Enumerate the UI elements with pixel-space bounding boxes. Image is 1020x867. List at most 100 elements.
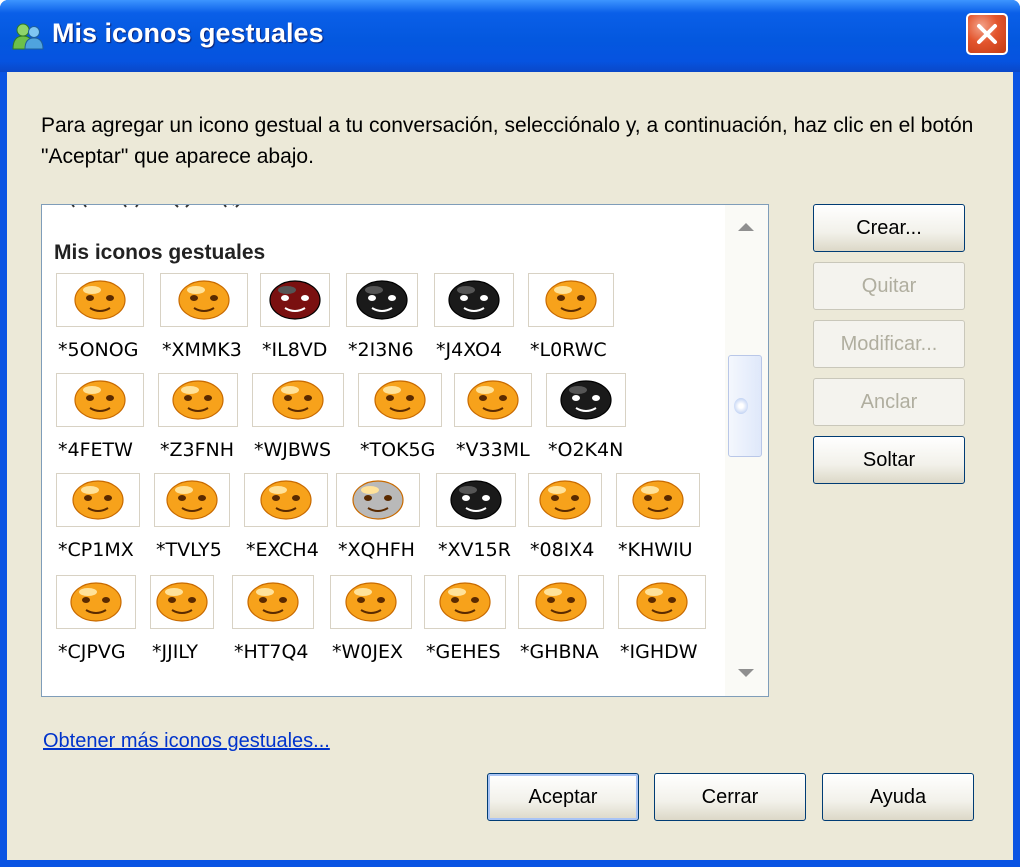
emoticon-row: *CJPVG *JJILY *HT7Q4 *W0JEX *GEHES *GHBNA *IGH… <box>56 575 726 675</box>
emoticon-item[interactable]: *EXCH4 <box>244 473 344 573</box>
emoticon-thumbnail[interactable] <box>244 473 328 527</box>
black-bomb-face-icon <box>356 280 408 320</box>
emoticon-thumbnail[interactable] <box>158 373 238 427</box>
emoticon-item[interactable]: *TOK5G <box>358 373 458 473</box>
emoticon-thumbnail[interactable] <box>56 473 140 527</box>
emoticon-thumbnail[interactable] <box>260 273 330 327</box>
help-button[interactable]: Ayuda <box>822 773 974 821</box>
emoticon-item[interactable]: *Z3FNH <box>158 373 258 473</box>
emoticon-thumbnail[interactable] <box>56 373 144 427</box>
smiley-pouting-icon <box>539 480 591 520</box>
emoticon-item[interactable]: *GEHES <box>424 575 524 675</box>
emoticon-item[interactable]: *XV15R <box>436 473 536 573</box>
window-title: Mis iconos gestuales <box>52 18 324 48</box>
pin-button[interactable]: Anclar <box>813 378 965 426</box>
triangle-down-icon <box>738 669 754 677</box>
emoticon-item[interactable]: *L0RWC <box>528 273 628 373</box>
title-bar[interactable]: Mis iconos gestuales <box>0 0 1020 72</box>
remove-button[interactable]: Quitar <box>813 262 965 310</box>
emoticon-list[interactable]: Mis iconos gestuales *5ONOG *XMMK3 *IL8VD *… <box>41 204 769 697</box>
smiley-yelling-icon <box>166 480 218 520</box>
emoticon-thumbnail[interactable] <box>454 373 532 427</box>
modify-button[interactable]: Modificar... <box>813 320 965 368</box>
emoticon-item[interactable]: *O2K4N <box>546 373 646 473</box>
smiley-winking-icon <box>247 582 299 622</box>
emoticon-thumbnail[interactable] <box>618 575 706 629</box>
emoticon-item[interactable]: *IGHDW <box>618 575 718 675</box>
emoticon-item[interactable]: *HT7Q4 <box>232 575 332 675</box>
emoticon-thumbnail[interactable] <box>336 473 420 527</box>
emoticon-thumbnail[interactable] <box>616 473 700 527</box>
emoticon-thumbnail[interactable] <box>424 575 506 629</box>
emoticon-item[interactable]: *V33ML <box>454 373 554 473</box>
emoticon-thumbnail[interactable] <box>528 473 602 527</box>
emoticon-thumbnail[interactable] <box>528 273 614 327</box>
emoticon-thumbnail[interactable] <box>436 473 516 527</box>
emoticon-shortcut: *J4XO4 <box>436 339 503 361</box>
scroll-down-button[interactable] <box>733 663 759 683</box>
get-more-emoticons-link[interactable]: Obtener más iconos gestuales... <box>43 730 330 753</box>
emoticon-item[interactable]: *XQHFH <box>336 473 436 573</box>
emoticon-shortcut: *KHWIU <box>618 539 693 561</box>
emoticon-thumbnail[interactable] <box>346 273 418 327</box>
scroll-up-button[interactable] <box>733 217 759 237</box>
emoticon-thumbnail[interactable] <box>434 273 514 327</box>
emoticon-item[interactable]: *08IX4 <box>528 473 628 573</box>
emoticon-item[interactable]: *5ONOG <box>56 273 156 373</box>
emoticon-shortcut: *IL8VD <box>262 339 328 361</box>
emoticon-shortcut: *IGHDW <box>620 641 698 663</box>
emoticon-shortcut: *W0JEX <box>332 641 403 663</box>
emoticon-item[interactable]: *GHBNA <box>518 575 618 675</box>
black-cat-face-icon <box>448 280 500 320</box>
emoticon-thumbnail[interactable] <box>546 373 626 427</box>
smiley-grinning-icon <box>345 582 397 622</box>
emoticon-thumbnail[interactable] <box>252 373 344 427</box>
messenger-buddies-icon <box>12 23 44 50</box>
emoticon-item[interactable]: *2I3N6 <box>346 273 446 373</box>
emoticon-shortcut: *XMMK3 <box>162 339 242 361</box>
emoticon-item[interactable]: *4FETW <box>56 373 156 473</box>
emoticon-item[interactable]: *XMMK3 <box>160 273 260 373</box>
emoticon-item[interactable]: *J4XO4 <box>434 273 534 373</box>
emoticon-thumbnail[interactable] <box>154 473 230 527</box>
smiley-money-icon <box>374 380 426 420</box>
close-window-button[interactable] <box>966 13 1008 55</box>
emoticon-item[interactable]: *TVLY5 <box>154 473 254 573</box>
emoticon-thumbnail[interactable] <box>160 273 248 327</box>
emoticon-item[interactable]: *CP1MX <box>56 473 156 573</box>
emoticon-shortcut: *GEHES <box>426 641 501 663</box>
emoticon-item[interactable]: *KHWIU <box>616 473 716 573</box>
emoticon-shortcut: *V33ML <box>456 439 530 461</box>
accept-button[interactable]: Aceptar <box>487 773 639 821</box>
emoticon-thumbnail[interactable] <box>56 575 136 629</box>
emoticon-shortcut: *GHBNA <box>520 641 599 663</box>
emoticon-thumbnail[interactable] <box>232 575 314 629</box>
emoticon-item[interactable]: *W0JEX <box>330 575 430 675</box>
emoticon-shortcut: *HT7Q4 <box>234 641 309 663</box>
emoticon-thumbnail[interactable] <box>518 575 604 629</box>
emoticon-shortcut: *EXCH4 <box>246 539 319 561</box>
emoticon-shortcut: *5ONOG <box>58 339 139 361</box>
scroll-thumb[interactable] <box>728 355 762 457</box>
emoticon-item[interactable]: *CJPVG <box>56 575 156 675</box>
create-button[interactable]: Crear... <box>813 204 965 252</box>
emoticon-thumbnail[interactable] <box>150 575 214 629</box>
emoticon-thumbnail[interactable] <box>330 575 412 629</box>
unpin-button[interactable]: Soltar <box>813 436 965 484</box>
emoticon-item[interactable]: *WJBWS <box>252 373 352 473</box>
scroll-grip-icon <box>734 398 748 414</box>
smiley-afro-icon <box>450 480 502 520</box>
emoticon-shortcut: *2I3N6 <box>348 339 414 361</box>
smiley-shocked-icon <box>172 380 224 420</box>
emoticon-thumbnail[interactable] <box>56 273 144 327</box>
smiley-angry-icon <box>178 280 230 320</box>
list-scrollbar[interactable] <box>725 205 768 696</box>
emoticon-thumbnail[interactable] <box>358 373 442 427</box>
close-button[interactable]: Cerrar <box>654 773 806 821</box>
section-heading: Mis iconos gestuales <box>54 241 266 264</box>
emoticon-shortcut: *WJBWS <box>254 439 332 461</box>
smiley-sick-icon <box>632 480 684 520</box>
emoticon-item[interactable]: *IL8VD <box>260 273 360 373</box>
emoticon-shortcut: *TOK5G <box>360 439 436 461</box>
emoticon-shortcut: *CJPVG <box>58 641 126 663</box>
